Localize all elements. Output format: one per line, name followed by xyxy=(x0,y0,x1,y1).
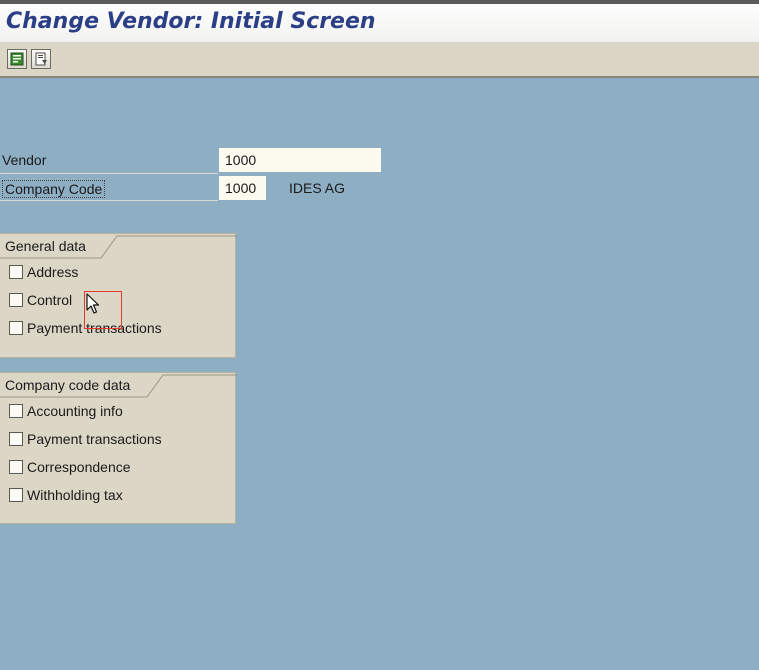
cc-payment-transactions-checkbox[interactable] xyxy=(9,432,23,446)
cc-payment-transactions-label: Payment transactions xyxy=(27,431,162,447)
payment-transactions-checkbox[interactable] xyxy=(9,321,23,335)
mouse-pointer-icon xyxy=(86,293,100,314)
select-data-button[interactable] xyxy=(7,49,27,69)
accounting-info-checkbox[interactable] xyxy=(9,404,23,418)
company-code-description: IDES AG xyxy=(289,180,346,196)
accounting-info-option[interactable]: Accounting info xyxy=(9,401,123,421)
company-code-data-group: Company code data Accounting info Paymen… xyxy=(0,372,237,524)
correspondence-label: Correspondence xyxy=(27,459,131,475)
address-label: Address xyxy=(27,264,79,280)
withholding-tax-checkbox[interactable] xyxy=(9,488,23,502)
accounting-info-label: Accounting info xyxy=(27,403,123,419)
correspondence-checkbox[interactable] xyxy=(9,460,23,474)
vendor-label-underline xyxy=(0,173,218,174)
vendor-input[interactable] xyxy=(219,148,381,172)
address-checkbox[interactable] xyxy=(9,265,23,279)
company-code-label-underline xyxy=(0,200,218,201)
document-button[interactable] xyxy=(31,49,51,69)
withholding-tax-option[interactable]: Withholding tax xyxy=(9,485,123,505)
cc-payment-transactions-option[interactable]: Payment transactions xyxy=(9,429,162,449)
vendor-label: Vendor xyxy=(2,152,47,168)
title-bar: Change Vendor: Initial Screen xyxy=(0,4,759,43)
company-code-data-title: Company code data xyxy=(5,377,131,393)
control-checkbox[interactable] xyxy=(9,293,23,307)
page-title: Change Vendor: Initial Screen xyxy=(6,9,376,34)
control-option[interactable]: Control xyxy=(9,290,72,310)
company-code-label: Company Code xyxy=(2,180,106,198)
company-code-input[interactable] xyxy=(219,176,266,200)
correspondence-option[interactable]: Correspondence xyxy=(9,457,131,477)
general-data-title: General data xyxy=(5,238,86,254)
address-option[interactable]: Address xyxy=(9,262,78,282)
application-toolbar xyxy=(0,43,759,78)
control-label: Control xyxy=(27,292,73,308)
withholding-tax-label: Withholding tax xyxy=(27,487,123,503)
